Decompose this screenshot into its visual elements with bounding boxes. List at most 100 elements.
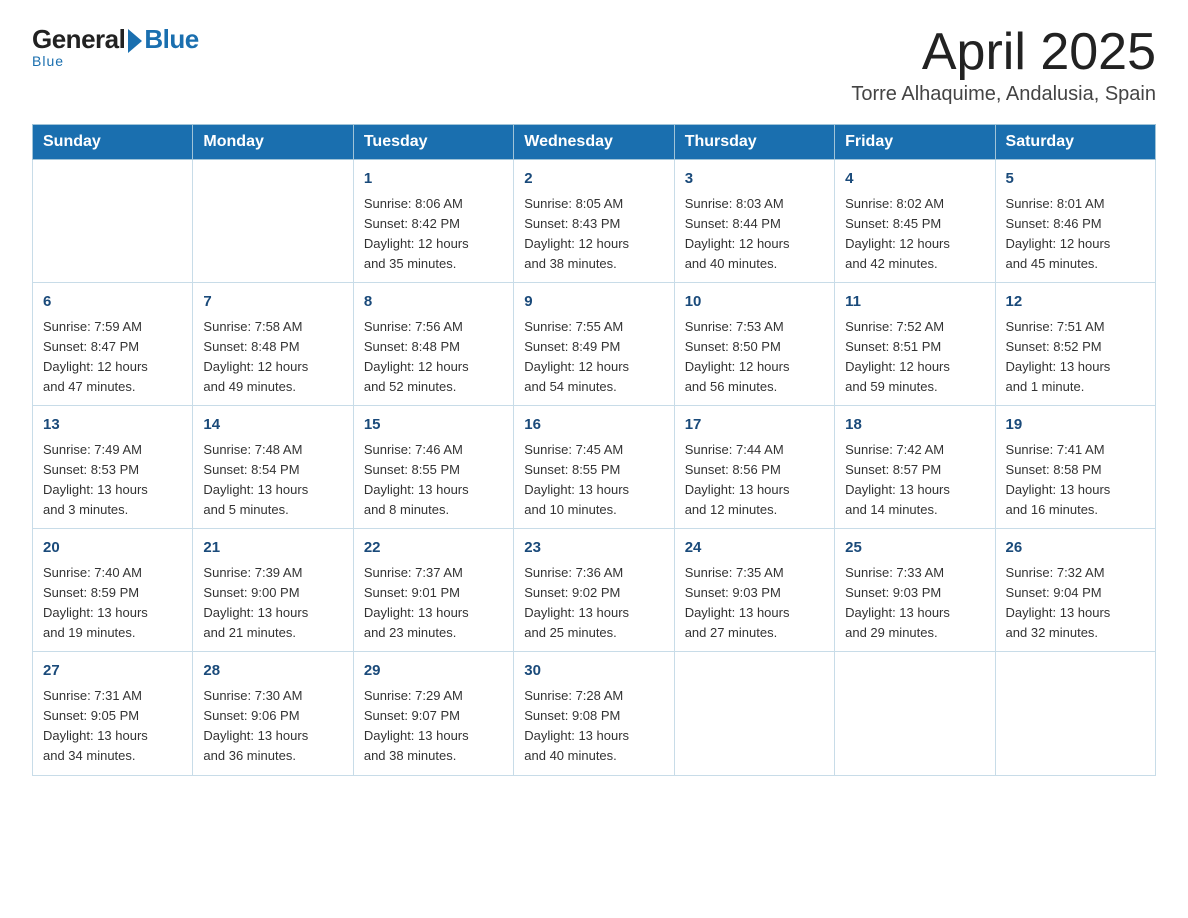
calendar-cell: 19 Sunrise: 7:41 AMSunset: 8:58 PMDayligh… [995, 406, 1155, 529]
calendar-cell: 28 Sunrise: 7:30 AMSunset: 9:06 PMDayligh… [193, 652, 353, 775]
day-number: 5 [1006, 168, 1145, 191]
day-number: 23 [524, 537, 663, 560]
day-info: Sunrise: 7:32 AMSunset: 9:04 PMDaylight:… [1006, 563, 1145, 644]
calendar-cell: 3 Sunrise: 8:03 AMSunset: 8:44 PMDaylight… [674, 160, 834, 283]
calendar-cell: 17 Sunrise: 7:44 AMSunset: 8:56 PMDayligh… [674, 406, 834, 529]
day-info: Sunrise: 7:33 AMSunset: 9:03 PMDaylight:… [845, 563, 984, 644]
day-info: Sunrise: 7:29 AMSunset: 9:07 PMDaylight:… [364, 686, 503, 767]
calendar-cell: 9Sunrise: 7:55 AMSunset: 8:49 PMDaylight… [514, 283, 674, 406]
calendar-cell [995, 652, 1155, 775]
calendar-cell: 26 Sunrise: 7:32 AMSunset: 9:04 PMDayligh… [995, 529, 1155, 652]
day-number: 8 [364, 291, 503, 314]
weekday-header-monday: Monday [193, 125, 353, 160]
calendar-cell: 25Sunrise: 7:33 AMSunset: 9:03 PMDayligh… [835, 529, 995, 652]
calendar-cell [674, 652, 834, 775]
day-number: 3 [685, 168, 824, 191]
day-number: 16 [524, 414, 663, 437]
calendar-cell: 18 Sunrise: 7:42 AMSunset: 8:57 PMDayligh… [835, 406, 995, 529]
calendar-cell: 10 Sunrise: 7:53 AMSunset: 8:50 PMDayligh… [674, 283, 834, 406]
day-info: Sunrise: 7:58 AMSunset: 8:48 PMDaylight:… [203, 317, 342, 398]
logo-underline-text: Blue [32, 53, 64, 69]
day-number: 15 [364, 414, 503, 437]
day-number: 28 [203, 660, 342, 683]
calendar-week-row: 13Sunrise: 7:49 AMSunset: 8:53 PMDayligh… [33, 406, 1156, 529]
day-number: 4 [845, 168, 984, 191]
weekday-header-tuesday: Tuesday [353, 125, 513, 160]
calendar-cell: 16 Sunrise: 7:45 AMSunset: 8:55 PMDayligh… [514, 406, 674, 529]
calendar-cell: 2 Sunrise: 8:05 AMSunset: 8:43 PMDaylight… [514, 160, 674, 283]
calendar-header-row: SundayMondayTuesdayWednesdayThursdayFrid… [33, 125, 1156, 160]
day-info: Sunrise: 7:39 AMSunset: 9:00 PMDaylight:… [203, 563, 342, 644]
calendar-cell: 20Sunrise: 7:40 AMSunset: 8:59 PMDayligh… [33, 529, 193, 652]
day-number: 22 [364, 537, 503, 560]
calendar-cell [33, 160, 193, 283]
calendar-cell: 13Sunrise: 7:49 AMSunset: 8:53 PMDayligh… [33, 406, 193, 529]
day-number: 26 [1006, 537, 1145, 560]
day-number: 7 [203, 291, 342, 314]
day-info: Sunrise: 7:45 AMSunset: 8:55 PMDaylight:… [524, 440, 663, 521]
day-info: Sunrise: 7:40 AMSunset: 8:59 PMDaylight:… [43, 563, 182, 644]
day-number: 11 [845, 291, 984, 314]
calendar-week-row: 27Sunrise: 7:31 AMSunset: 9:05 PMDayligh… [33, 652, 1156, 775]
weekday-header-thursday: Thursday [674, 125, 834, 160]
calendar-cell: 21 Sunrise: 7:39 AMSunset: 9:00 PMDayligh… [193, 529, 353, 652]
weekday-header-sunday: Sunday [33, 125, 193, 160]
logo-arrow-icon [128, 29, 142, 53]
calendar-cell: 7 Sunrise: 7:58 AMSunset: 8:48 PMDaylight… [193, 283, 353, 406]
day-info: Sunrise: 7:35 AMSunset: 9:03 PMDaylight:… [685, 563, 824, 644]
day-info: Sunrise: 7:31 AMSunset: 9:05 PMDaylight:… [43, 686, 182, 767]
calendar-cell [193, 160, 353, 283]
day-number: 9 [524, 291, 663, 314]
calendar-week-row: 20Sunrise: 7:40 AMSunset: 8:59 PMDayligh… [33, 529, 1156, 652]
day-number: 24 [685, 537, 824, 560]
calendar-cell [835, 652, 995, 775]
day-info: Sunrise: 7:41 AMSunset: 8:58 PMDaylight:… [1006, 440, 1145, 521]
day-info: Sunrise: 7:37 AMSunset: 9:01 PMDaylight:… [364, 563, 503, 644]
day-info: Sunrise: 8:01 AMSunset: 8:46 PMDaylight:… [1006, 194, 1145, 275]
day-number: 29 [364, 660, 503, 683]
day-info: Sunrise: 8:03 AMSunset: 8:44 PMDaylight:… [685, 194, 824, 275]
weekday-header-friday: Friday [835, 125, 995, 160]
day-number: 21 [203, 537, 342, 560]
day-number: 18 [845, 414, 984, 437]
day-number: 19 [1006, 414, 1145, 437]
calendar-cell: 30 Sunrise: 7:28 AMSunset: 9:08 PMDayligh… [514, 652, 674, 775]
day-number: 13 [43, 414, 182, 437]
day-info: Sunrise: 7:51 AMSunset: 8:52 PMDaylight:… [1006, 317, 1145, 398]
calendar-table: SundayMondayTuesdayWednesdayThursdayFrid… [32, 124, 1156, 775]
day-number: 10 [685, 291, 824, 314]
day-info: Sunrise: 7:53 AMSunset: 8:50 PMDaylight:… [685, 317, 824, 398]
calendar-cell: 12 Sunrise: 7:51 AMSunset: 8:52 PMDayligh… [995, 283, 1155, 406]
day-number: 14 [203, 414, 342, 437]
day-number: 12 [1006, 291, 1145, 314]
day-info: Sunrise: 7:44 AMSunset: 8:56 PMDaylight:… [685, 440, 824, 521]
calendar-cell: 5 Sunrise: 8:01 AMSunset: 8:46 PMDaylight… [995, 160, 1155, 283]
calendar-cell: 22 Sunrise: 7:37 AMSunset: 9:01 PMDayligh… [353, 529, 513, 652]
day-info: Sunrise: 8:05 AMSunset: 8:43 PMDaylight:… [524, 194, 663, 275]
calendar-cell: 11 Sunrise: 7:52 AMSunset: 8:51 PMDayligh… [835, 283, 995, 406]
logo: General Blue Blue [32, 24, 199, 69]
calendar-cell: 14Sunrise: 7:48 AMSunset: 8:54 PMDayligh… [193, 406, 353, 529]
day-info: Sunrise: 7:42 AMSunset: 8:57 PMDaylight:… [845, 440, 984, 521]
page-header: General Blue Blue April 2025 Torre Alhaq… [32, 24, 1156, 106]
day-info: Sunrise: 7:52 AMSunset: 8:51 PMDaylight:… [845, 317, 984, 398]
calendar-cell: 1Sunrise: 8:06 AMSunset: 8:42 PMDaylight… [353, 160, 513, 283]
month-year-title: April 2025 [851, 24, 1156, 81]
weekday-header-wednesday: Wednesday [514, 125, 674, 160]
title-block: April 2025 Torre Alhaquime, Andalusia, S… [851, 24, 1156, 106]
day-number: 17 [685, 414, 824, 437]
day-number: 30 [524, 660, 663, 683]
calendar-cell: 29 Sunrise: 7:29 AMSunset: 9:07 PMDayligh… [353, 652, 513, 775]
day-info: Sunrise: 7:28 AMSunset: 9:08 PMDaylight:… [524, 686, 663, 767]
calendar-cell: 6Sunrise: 7:59 AMSunset: 8:47 PMDaylight… [33, 283, 193, 406]
weekday-header-saturday: Saturday [995, 125, 1155, 160]
day-info: Sunrise: 7:46 AMSunset: 8:55 PMDaylight:… [364, 440, 503, 521]
day-number: 2 [524, 168, 663, 191]
day-info: Sunrise: 7:30 AMSunset: 9:06 PMDaylight:… [203, 686, 342, 767]
logo-general-text: General [32, 24, 125, 55]
calendar-cell: 8Sunrise: 7:56 AMSunset: 8:48 PMDaylight… [353, 283, 513, 406]
calendar-cell: 15 Sunrise: 7:46 AMSunset: 8:55 PMDayligh… [353, 406, 513, 529]
calendar-cell: 27Sunrise: 7:31 AMSunset: 9:05 PMDayligh… [33, 652, 193, 775]
calendar-cell: 23Sunrise: 7:36 AMSunset: 9:02 PMDayligh… [514, 529, 674, 652]
calendar-week-row: 1Sunrise: 8:06 AMSunset: 8:42 PMDaylight… [33, 160, 1156, 283]
